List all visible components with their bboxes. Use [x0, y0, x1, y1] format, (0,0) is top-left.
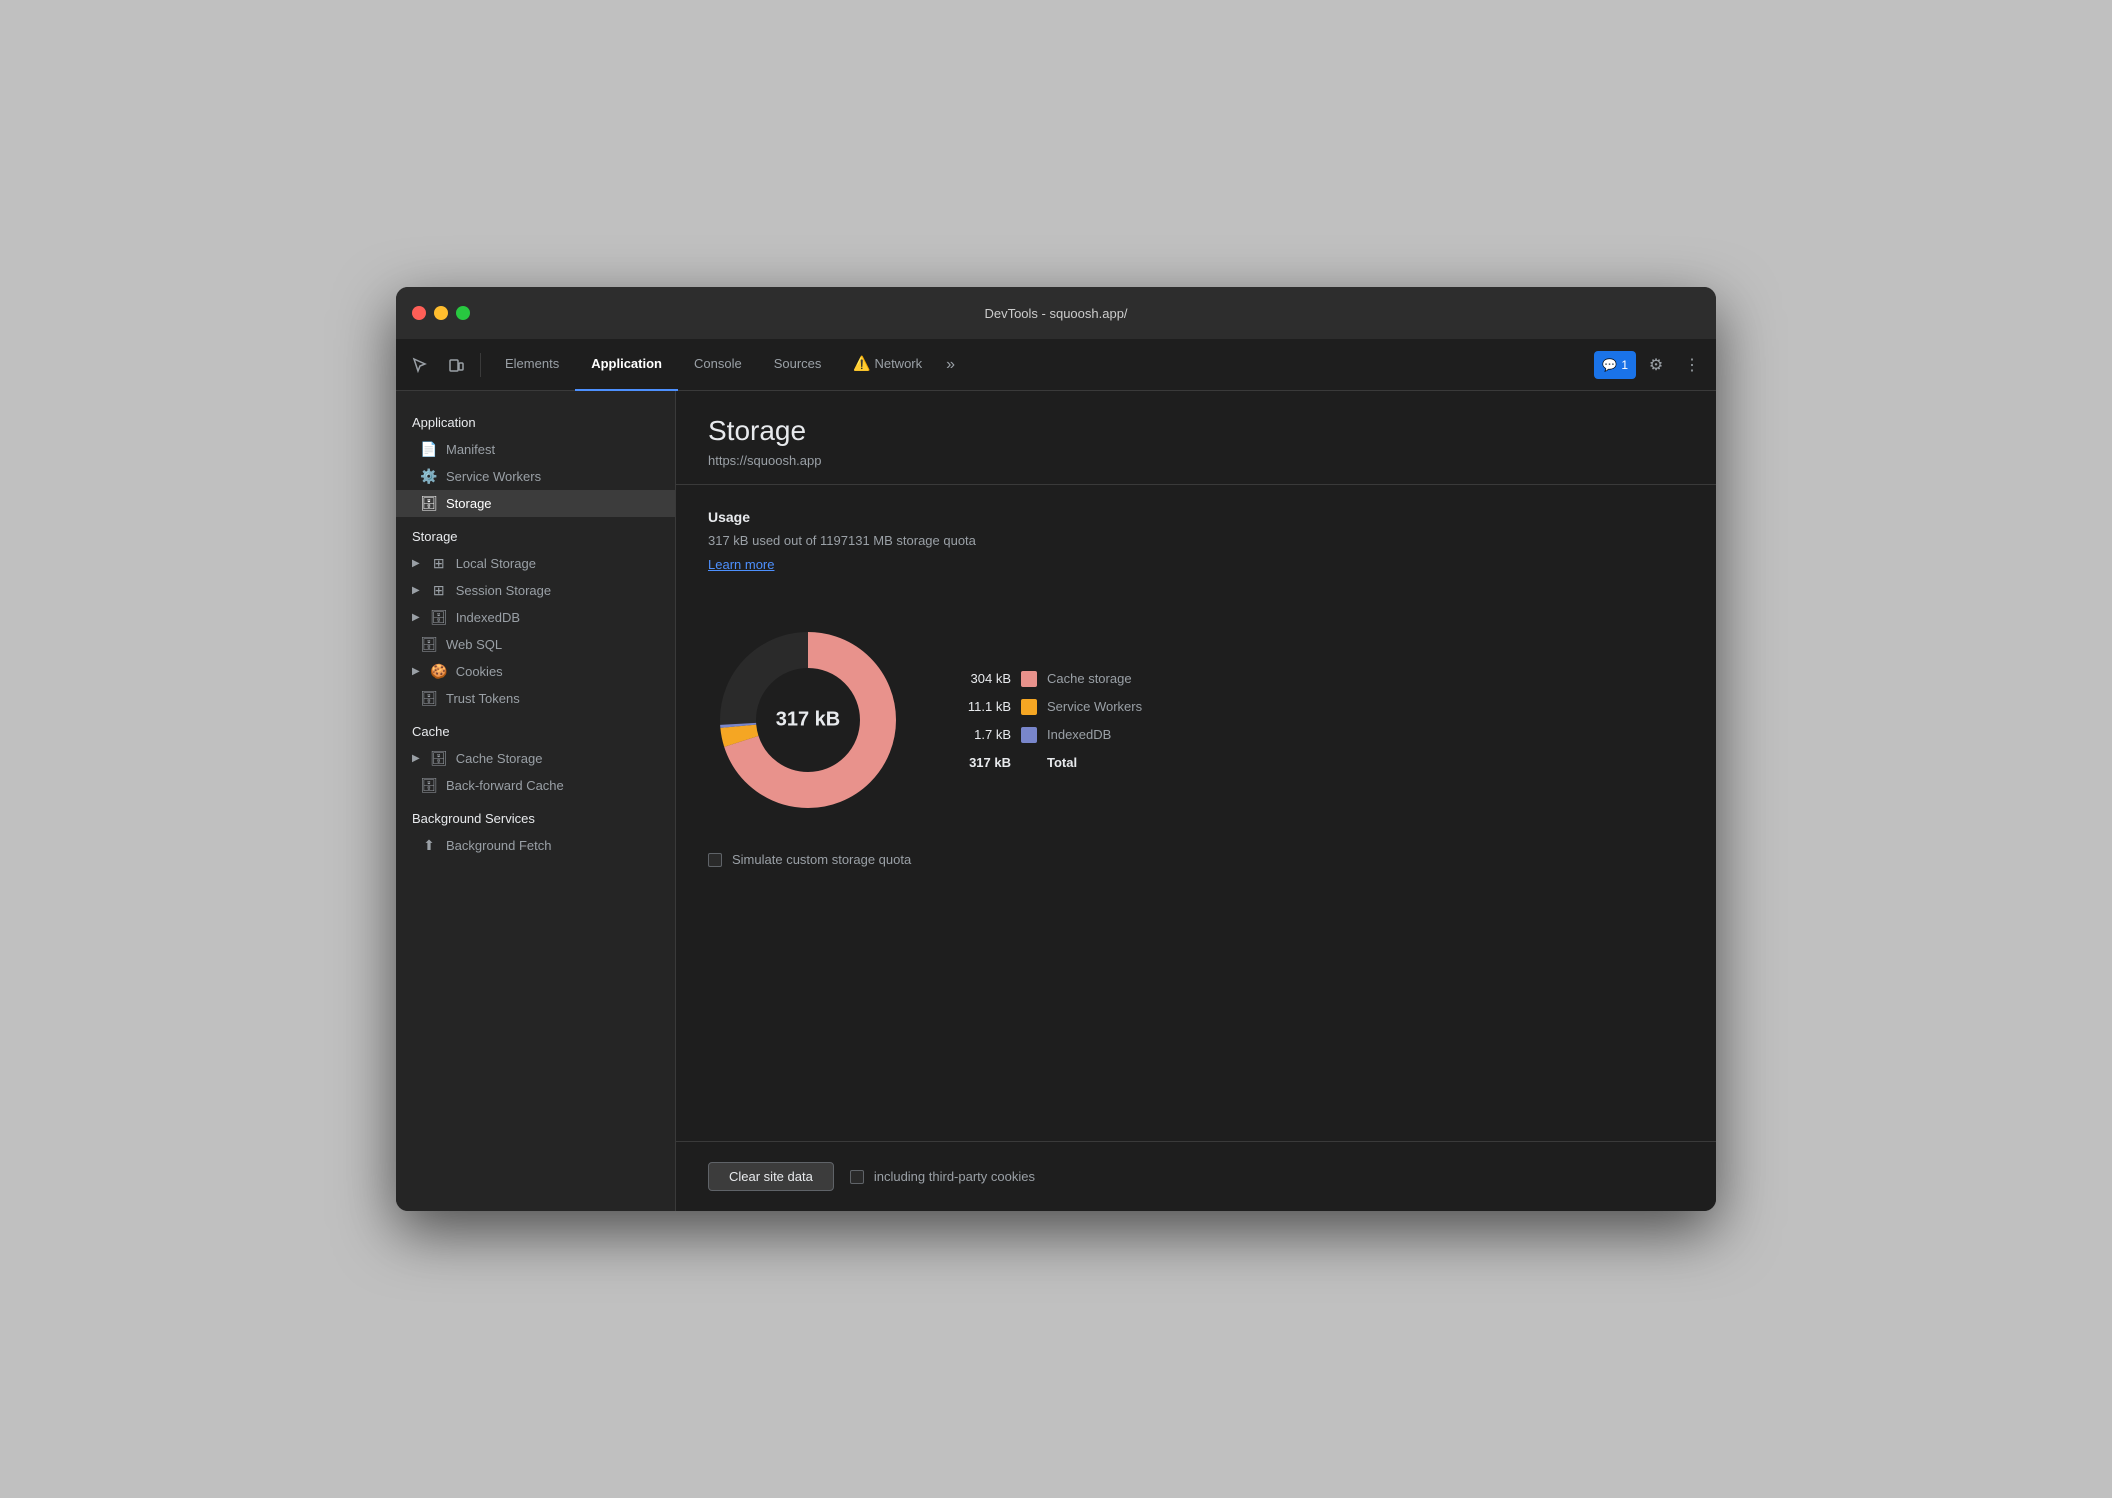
- sidebar-section-storage: Storage: [396, 517, 675, 550]
- simulate-quota-checkbox[interactable]: [708, 853, 722, 867]
- cache-storage-arrow: ▶: [412, 753, 420, 764]
- simulate-quota-label: Simulate custom storage quota: [732, 852, 911, 867]
- bg-fetch-icon: ⬆: [420, 837, 438, 854]
- usage-desc: 317 kB used out of 1197131 MB storage qu…: [708, 533, 1684, 548]
- sidebar-item-cache-storage[interactable]: ▶ 🗄 Cache Storage: [396, 745, 675, 772]
- idb-color-dot: [1021, 727, 1037, 743]
- sidebar-item-indexed-db[interactable]: ▶ 🗄 IndexedDB: [396, 604, 675, 631]
- tab-application[interactable]: Application: [575, 339, 678, 391]
- tab-bar: Elements Application Console Sources ⚠️ …: [489, 339, 963, 391]
- idb-value: 1.7 kB: [956, 727, 1011, 742]
- idb-label: IndexedDB: [1047, 727, 1111, 742]
- detail-title: Storage: [708, 415, 1684, 447]
- total-value: 317 kB: [956, 755, 1011, 770]
- usage-title: Usage: [708, 509, 1684, 525]
- sidebar-item-trust-tokens[interactable]: 🗄 Trust Tokens: [396, 685, 675, 712]
- cookies-icon: 🍪: [430, 663, 448, 680]
- more-options-button[interactable]: ⋮: [1676, 349, 1708, 381]
- device-toolbar-button[interactable]: [440, 349, 472, 381]
- sidebar-item-manifest[interactable]: 📄 Manifest: [396, 436, 675, 463]
- third-party-checkbox[interactable]: [850, 1170, 864, 1184]
- sidebar-section-cache: Cache: [396, 712, 675, 745]
- sw-label: Service Workers: [1047, 699, 1142, 714]
- sidebar-item-service-workers[interactable]: ⚙️ Service Workers: [396, 463, 675, 490]
- legend-item-sw: 11.1 kB Service Workers: [956, 699, 1142, 715]
- learn-more-link[interactable]: Learn more: [708, 557, 774, 572]
- tab-more-button[interactable]: »: [938, 339, 963, 391]
- detail-header: Storage https://squoosh.app: [676, 391, 1716, 485]
- sidebar-item-back-forward[interactable]: 🗄 Back-forward Cache: [396, 772, 675, 799]
- sidebar-item-local-storage[interactable]: ▶ ⊞ Local Storage: [396, 550, 675, 577]
- sidebar-section-background: Background Services: [396, 799, 675, 832]
- legend-item-cache: 304 kB Cache storage: [956, 671, 1142, 687]
- detail-footer: Clear site data including third-party co…: [676, 1141, 1716, 1211]
- storage-visualization: 317 kB 304 kB Cache storage 11.1 kB Serv…: [708, 620, 1684, 820]
- sidebar-section-application: Application: [396, 403, 675, 436]
- sidebar-item-bg-fetch[interactable]: ⬆ Background Fetch: [396, 832, 675, 859]
- sidebar-item-storage[interactable]: 🗄 Storage: [396, 490, 675, 517]
- donut-chart: 317 kB: [708, 620, 908, 820]
- tab-elements[interactable]: Elements: [489, 339, 575, 391]
- detail-url: https://squoosh.app: [708, 453, 1684, 468]
- third-party-cookies-row: including third-party cookies: [850, 1169, 1035, 1184]
- settings-button[interactable]: ⚙: [1640, 349, 1672, 381]
- close-button[interactable]: [412, 306, 426, 320]
- legend-total: 317 kB Total: [956, 755, 1142, 770]
- main-content: Application 📄 Manifest ⚙️ Service Worker…: [396, 391, 1716, 1211]
- local-storage-icon: ⊞: [430, 555, 448, 572]
- service-workers-icon: ⚙️: [420, 468, 438, 485]
- more-options-icon: ⋮: [1684, 355, 1700, 375]
- storage-icon: 🗄: [420, 495, 438, 512]
- cookies-arrow: ▶: [412, 666, 420, 677]
- notification-button[interactable]: 💬 1: [1594, 351, 1636, 379]
- indexed-db-icon: 🗄: [430, 609, 448, 626]
- settings-icon: ⚙: [1649, 355, 1663, 375]
- traffic-lights: [412, 306, 470, 320]
- notification-count: 1: [1621, 358, 1628, 372]
- storage-legend: 304 kB Cache storage 11.1 kB Service Wor…: [956, 671, 1142, 770]
- toolbar: Elements Application Console Sources ⚠️ …: [396, 339, 1716, 391]
- maximize-button[interactable]: [456, 306, 470, 320]
- tab-network[interactable]: ⚠️ Network: [837, 339, 938, 391]
- usage-section: Usage 317 kB used out of 1197131 MB stor…: [708, 509, 1684, 596]
- devtools-window: DevTools - squoosh.app/ Elements Applica…: [396, 287, 1716, 1211]
- simulate-quota-row: Simulate custom storage quota: [708, 852, 1684, 867]
- sidebar: Application 📄 Manifest ⚙️ Service Worker…: [396, 391, 676, 1211]
- inspect-element-button[interactable]: [404, 349, 436, 381]
- local-storage-arrow: ▶: [412, 558, 420, 569]
- manifest-icon: 📄: [420, 441, 438, 458]
- third-party-label: including third-party cookies: [874, 1169, 1035, 1184]
- indexed-db-arrow: ▶: [412, 612, 420, 623]
- cache-color-dot: [1021, 671, 1037, 687]
- network-warning-icon: ⚠️: [853, 355, 870, 372]
- cache-value: 304 kB: [956, 671, 1011, 686]
- sidebar-item-web-sql[interactable]: 🗄 Web SQL: [396, 631, 675, 658]
- cache-storage-icon: 🗄: [430, 750, 448, 767]
- session-storage-icon: ⊞: [430, 582, 448, 599]
- toolbar-divider: [480, 353, 481, 377]
- toolbar-right: 💬 1 ⚙ ⋮: [1594, 349, 1708, 381]
- detail-body: Usage 317 kB used out of 1197131 MB stor…: [676, 485, 1716, 1141]
- session-storage-arrow: ▶: [412, 585, 420, 596]
- titlebar: DevTools - squoosh.app/: [396, 287, 1716, 339]
- cache-label: Cache storage: [1047, 671, 1132, 686]
- sw-color-dot: [1021, 699, 1037, 715]
- clear-site-data-button[interactable]: Clear site data: [708, 1162, 834, 1191]
- tab-console[interactable]: Console: [678, 339, 758, 391]
- notification-icon: 💬: [1602, 358, 1617, 372]
- sidebar-item-cookies[interactable]: ▶ 🍪 Cookies: [396, 658, 675, 685]
- sidebar-item-session-storage[interactable]: ▶ ⊞ Session Storage: [396, 577, 675, 604]
- back-forward-icon: 🗄: [420, 777, 438, 794]
- web-sql-icon: 🗄: [420, 636, 438, 653]
- window-title: DevTools - squoosh.app/: [984, 306, 1127, 321]
- donut-center-label: 317 kB: [776, 709, 841, 732]
- tab-sources[interactable]: Sources: [758, 339, 838, 391]
- sw-value: 11.1 kB: [956, 699, 1011, 714]
- detail-panel: Storage https://squoosh.app Usage 317 kB…: [676, 391, 1716, 1211]
- minimize-button[interactable]: [434, 306, 448, 320]
- total-label: Total: [1047, 755, 1077, 770]
- legend-item-idb: 1.7 kB IndexedDB: [956, 727, 1142, 743]
- trust-tokens-icon: 🗄: [420, 690, 438, 707]
